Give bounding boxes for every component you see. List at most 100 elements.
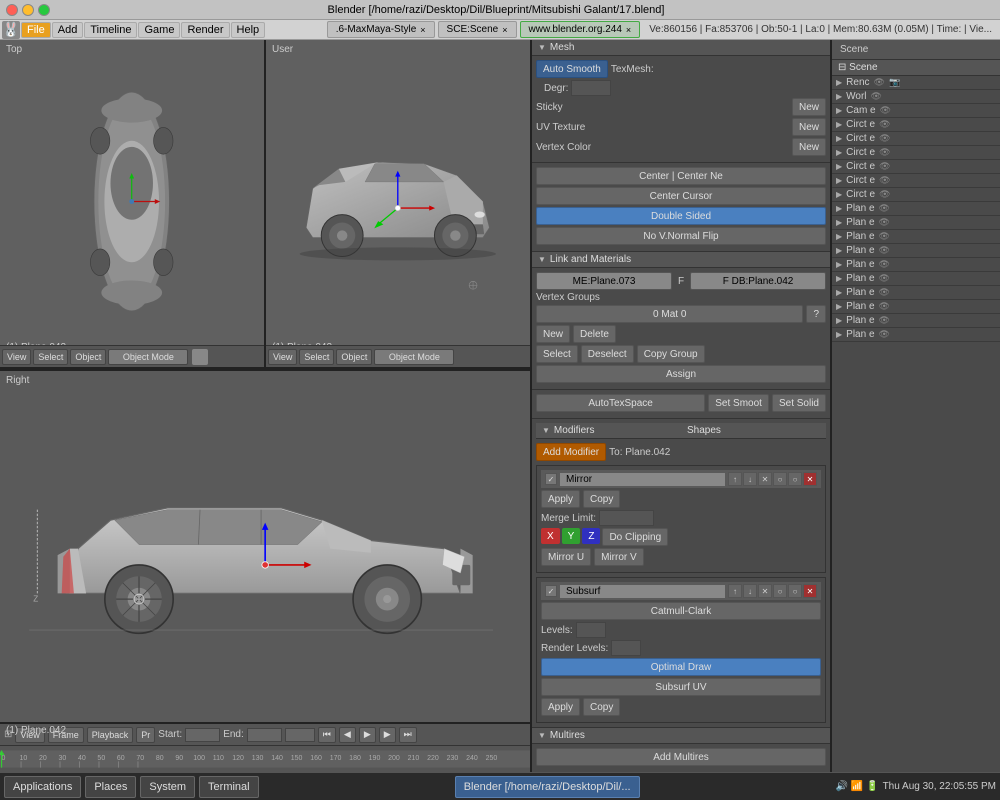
auto-smooth-btn[interactable]: Auto Smooth bbox=[536, 60, 608, 78]
mirror-delete-icon[interactable]: ✕ bbox=[803, 472, 817, 486]
scene-tab[interactable]: SCE:Scene × bbox=[438, 21, 517, 38]
vertex-color-new-btn[interactable]: New bbox=[792, 138, 826, 156]
assign-btn[interactable]: Assign bbox=[536, 365, 826, 383]
vp-user-mode-btn[interactable]: Object Mode bbox=[374, 349, 454, 365]
taskbar-places-btn[interactable]: Places bbox=[85, 776, 136, 798]
mirror-y-btn[interactable]: Y bbox=[562, 528, 581, 544]
mirror-clipping-btn[interactable]: Do Clipping bbox=[602, 528, 668, 546]
mirror-icon4[interactable]: ○ bbox=[773, 472, 787, 486]
timeline-start-input[interactable]: 1 bbox=[185, 728, 220, 742]
viewport-user[interactable]: User bbox=[266, 40, 530, 367]
menu-game[interactable]: Game bbox=[138, 22, 180, 38]
mirror-z-btn[interactable]: Z bbox=[582, 528, 600, 544]
outliner-plan7[interactable]: ▶ Plan e 👁 bbox=[832, 286, 1000, 300]
vp-user-object-btn[interactable]: Object bbox=[336, 349, 372, 365]
outliner-plan9[interactable]: ▶ Plan e 👁 bbox=[832, 314, 1000, 328]
outliner-circ5[interactable]: ▶ Circt e 👁 bbox=[832, 174, 1000, 188]
timeline-prev-frame[interactable]: ◀ bbox=[339, 727, 356, 743]
sticky-make-btn[interactable]: New bbox=[792, 98, 826, 116]
set-solid-btn[interactable]: Set Solid bbox=[772, 394, 826, 412]
maximize-button[interactable] bbox=[38, 4, 50, 16]
viewport-top[interactable]: Top bbox=[0, 40, 266, 367]
catmull-clark-btn[interactable]: Catmull-Clark bbox=[541, 602, 821, 620]
uv-new-btn[interactable]: New bbox=[792, 118, 826, 136]
timeline-playback-btn[interactable]: Playback bbox=[87, 727, 134, 743]
outliner-circ3[interactable]: ▶ Circt e 👁 bbox=[832, 146, 1000, 160]
menu-render[interactable]: Render bbox=[181, 22, 229, 38]
taskbar-applications-btn[interactable]: Applications bbox=[4, 776, 81, 798]
vp-top-view-btn[interactable]: View bbox=[2, 349, 31, 365]
taskbar-terminal-btn[interactable]: Terminal bbox=[199, 776, 259, 798]
mirror-v-btn[interactable]: Mirror V bbox=[594, 548, 644, 566]
autotex-btn[interactable]: AutoTexSpace bbox=[536, 394, 705, 412]
subsurf-icon4[interactable]: ○ bbox=[773, 584, 787, 598]
timeline-end-input[interactable]: 250 bbox=[247, 728, 282, 742]
timeline-ruler[interactable]: 0 10 20 30 40 50 60 70 80 90 100 bbox=[0, 746, 530, 772]
new-group-btn[interactable]: New bbox=[536, 325, 570, 343]
outliner-circ6[interactable]: ▶ Circt e 👁 bbox=[832, 188, 1000, 202]
add-modifier-btn[interactable]: Add Modifier bbox=[536, 443, 606, 461]
vp-top-select-btn[interactable]: Select bbox=[33, 349, 68, 365]
outliner-renc[interactable]: ▶ Renc 👁 📷 bbox=[832, 76, 1000, 90]
subsurf-icon5[interactable]: ○ bbox=[788, 584, 802, 598]
outliner-circ2[interactable]: ▶ Circt e 👁 bbox=[832, 132, 1000, 146]
me-plane-btn[interactable]: ME:Plane.073 bbox=[536, 272, 672, 290]
outliner-plan1[interactable]: ▶ Plan e 👁 bbox=[832, 202, 1000, 216]
degr-input[interactable]: 30 bbox=[571, 80, 611, 96]
outliner-plan8[interactable]: ▶ Plan e 👁 bbox=[832, 300, 1000, 314]
timeline-skip-start[interactable]: ⏮ bbox=[318, 727, 336, 743]
timeline-next-frame[interactable]: ▶ bbox=[379, 727, 396, 743]
add-multires-btn[interactable]: Add Multires bbox=[536, 748, 826, 766]
outliner-cam[interactable]: ▶ Cam e 👁 bbox=[832, 104, 1000, 118]
menu-add[interactable]: Add bbox=[52, 22, 84, 38]
subsurf-delete-icon[interactable]: ✕ bbox=[803, 584, 817, 598]
merge-limit-input[interactable]: 0.0010 bbox=[599, 510, 654, 526]
outliner-plan3[interactable]: ▶ Plan e 👁 bbox=[832, 230, 1000, 244]
menu-help[interactable]: Help bbox=[231, 22, 266, 38]
outliner-plan6[interactable]: ▶ Plan e 👁 bbox=[832, 272, 1000, 286]
mirror-icon1[interactable]: ↑ bbox=[728, 472, 742, 486]
levels-input[interactable]: 3 bbox=[576, 622, 606, 638]
outliner-plan10[interactable]: ▶ Plan e 👁 bbox=[832, 328, 1000, 342]
no-vnormal-btn[interactable]: No V.Normal Flip bbox=[536, 227, 826, 245]
subsurf-apply-btn[interactable]: Apply bbox=[541, 698, 580, 716]
mirror-icon3[interactable]: ✕ bbox=[758, 472, 772, 486]
render-levels-input[interactable]: 4 bbox=[611, 640, 641, 656]
mat-label-btn[interactable]: 0 Mat 0 bbox=[536, 305, 803, 323]
deselect-btn[interactable]: Deselect bbox=[581, 345, 634, 363]
center-center-ne-btn[interactable]: Center | Center Ne bbox=[536, 167, 826, 185]
mirror-enable-checkbox[interactable]: ✓ bbox=[545, 473, 557, 485]
url-tab[interactable]: www.blender.org.244 × bbox=[520, 21, 641, 38]
subsurf-icon2[interactable]: ↓ bbox=[743, 584, 757, 598]
vp-user-view-btn[interactable]: View bbox=[268, 349, 297, 365]
style-tab[interactable]: .6-MaxMaya-Style × bbox=[327, 21, 435, 38]
vp-user-select-btn[interactable]: Select bbox=[299, 349, 334, 365]
mirror-icon5[interactable]: ○ bbox=[788, 472, 802, 486]
vp-top-object-btn[interactable]: Object bbox=[70, 349, 106, 365]
timeline-play[interactable]: ▶ bbox=[359, 727, 376, 743]
question-btn[interactable]: ? bbox=[806, 305, 826, 323]
menu-file[interactable]: File bbox=[21, 22, 51, 38]
set-smoot-btn[interactable]: Set Smoot bbox=[708, 394, 769, 412]
timeline-skip-end[interactable]: ⏭ bbox=[399, 727, 417, 743]
taskbar-system-btn[interactable]: System bbox=[140, 776, 195, 798]
subsurf-enable-checkbox[interactable]: ✓ bbox=[545, 585, 557, 597]
db-plane-btn[interactable]: F DB:Plane.042 bbox=[690, 272, 826, 290]
minimize-button[interactable] bbox=[22, 4, 34, 16]
outliner-plan2[interactable]: ▶ Plan e 👁 bbox=[832, 216, 1000, 230]
outliner-plan5[interactable]: ▶ Plan e 👁 bbox=[832, 258, 1000, 272]
viewport-right[interactable]: Right bbox=[0, 369, 530, 772]
select-btn[interactable]: Select bbox=[536, 345, 578, 363]
subsurf-icon1[interactable]: ↑ bbox=[728, 584, 742, 598]
close-button[interactable] bbox=[6, 4, 18, 16]
outliner-circ1[interactable]: ▶ Circt e 👁 bbox=[832, 118, 1000, 132]
mirror-x-btn[interactable]: X bbox=[541, 528, 560, 544]
outliner-plan4[interactable]: ▶ Plan e 👁 bbox=[832, 244, 1000, 258]
timeline-pr-btn[interactable]: Pr bbox=[136, 727, 155, 743]
subsurf-copy-btn[interactable]: Copy bbox=[583, 698, 620, 716]
mirror-copy-btn[interactable]: Copy bbox=[583, 490, 620, 508]
taskbar-blender-btn[interactable]: Blender [/home/razi/Desktop/Dil/... bbox=[455, 776, 640, 798]
optimal-draw-btn[interactable]: Optimal Draw bbox=[541, 658, 821, 676]
outliner-circ4[interactable]: ▶ Circt e 👁 bbox=[832, 160, 1000, 174]
mirror-u-btn[interactable]: Mirror U bbox=[541, 548, 591, 566]
